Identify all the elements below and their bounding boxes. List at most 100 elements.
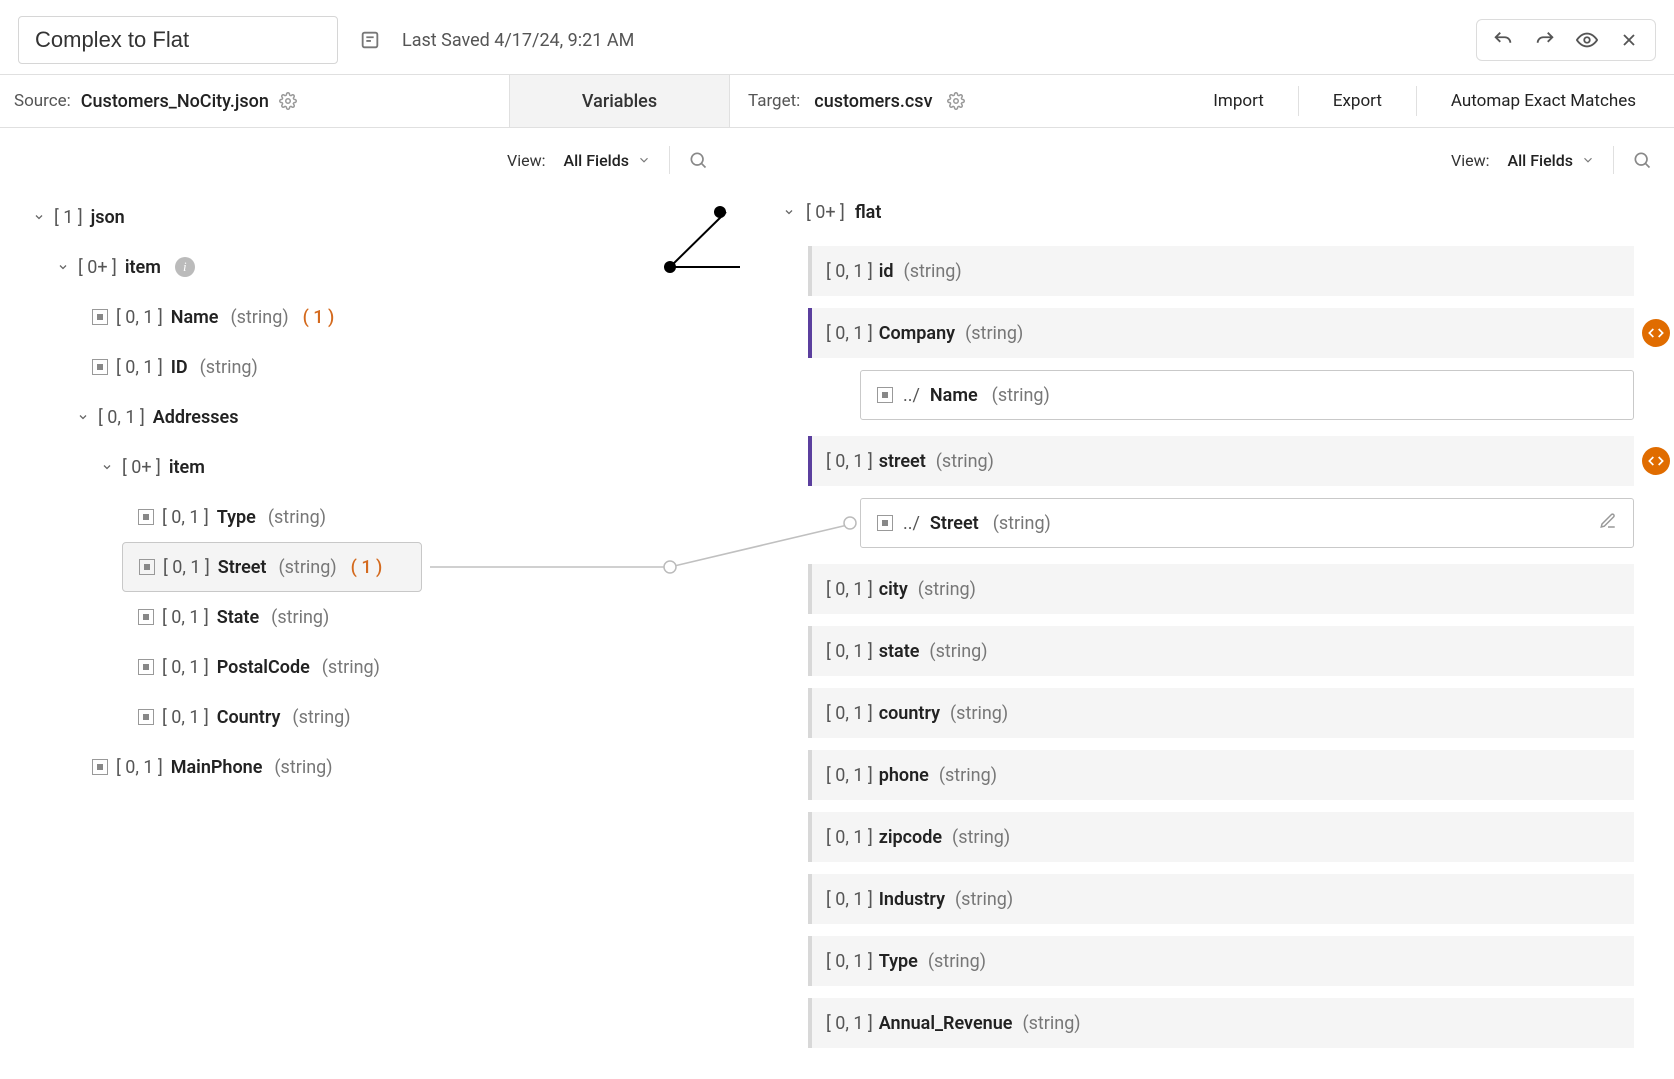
node-type: (string)	[292, 707, 350, 728]
tab-variables[interactable]: Variables	[510, 75, 730, 127]
target-row-phone[interactable]: [ 0, 1 ] phone (string)	[808, 750, 1634, 800]
cardinality: [ 0, 1 ]	[826, 641, 873, 662]
close-icon[interactable]	[1617, 28, 1641, 52]
source-field-postalcode[interactable]: [ 0, 1 ] PostalCode (string)	[20, 642, 730, 692]
main-panes: [ 1 ] json [ 0+ ] item i [ 0, 1 ] Name (…	[0, 192, 1674, 1060]
export-button[interactable]: Export	[1313, 75, 1402, 127]
node-name: json	[91, 207, 125, 228]
target-row-company[interactable]: [ 0, 1 ] Company (string) ../ Name (stri…	[808, 308, 1634, 424]
chevron-down-icon[interactable]	[782, 205, 796, 219]
node-type: (string)	[952, 827, 1010, 848]
redo-icon[interactable]	[1533, 28, 1557, 52]
field-icon	[138, 509, 154, 525]
source-pane: [ 1 ] json [ 0+ ] item i [ 0, 1 ] Name (…	[0, 192, 730, 1060]
target-node-flat[interactable]: [ 0+ ] flat	[730, 192, 1634, 232]
automap-button[interactable]: Automap Exact Matches	[1431, 75, 1656, 127]
view-bar: View: All Fields View: All Fields	[0, 128, 1674, 192]
map-count: ( 1 )	[303, 307, 335, 328]
node-name: Industry	[879, 889, 945, 910]
source-node-addresses[interactable]: [ 0, 1 ] Addresses	[20, 392, 730, 442]
cardinality: [ 0+ ]	[122, 457, 161, 478]
field-icon	[92, 309, 108, 325]
chevron-down-icon[interactable]	[32, 210, 46, 224]
top-bar: Last Saved 4/17/24, 9:21 AM	[0, 0, 1674, 74]
cardinality: [ 0, 1 ]	[826, 579, 873, 600]
target-row-zipcode[interactable]: [ 0, 1 ] zipcode (string)	[808, 812, 1634, 862]
target-row-industry[interactable]: [ 0, 1 ] Industry (string)	[808, 874, 1634, 924]
mapping-chip[interactable]: ../ Name (string)	[860, 370, 1634, 420]
chevron-down-icon[interactable]	[100, 460, 114, 474]
source-field-state[interactable]: [ 0, 1 ] State (string)	[20, 592, 730, 642]
info-icon[interactable]: i	[175, 257, 195, 277]
source-field-street[interactable]: [ 0, 1 ] Street (string) ( 1 )	[122, 542, 422, 592]
chevron-down-icon[interactable]	[56, 260, 70, 274]
target-label: Target:	[748, 91, 800, 111]
gear-icon[interactable]	[279, 92, 297, 110]
import-button[interactable]: Import	[1193, 75, 1284, 127]
node-name: id	[879, 261, 894, 282]
target-row-country[interactable]: [ 0, 1 ] country (string)	[808, 688, 1634, 738]
view-select[interactable]: All Fields	[563, 151, 651, 170]
notes-icon[interactable]	[358, 28, 382, 52]
gear-icon[interactable]	[947, 92, 965, 110]
last-saved-label: Last Saved 4/17/24, 9:21 AM	[402, 30, 634, 51]
node-type: (string)	[929, 641, 987, 662]
field-icon	[92, 759, 108, 775]
node-name: city	[879, 579, 908, 600]
node-type: (string)	[928, 951, 986, 972]
code-icon[interactable]	[1642, 447, 1670, 475]
cardinality: [ 0, 1 ]	[826, 323, 873, 344]
source-name: Customers_NoCity.json	[81, 91, 269, 112]
cardinality: [ 0, 1 ]	[826, 765, 873, 786]
cardinality: [ 0+ ]	[78, 257, 117, 278]
code-icon[interactable]	[1642, 319, 1670, 347]
source-node-addr-item[interactable]: [ 0+ ] item	[20, 442, 730, 492]
target-row-street[interactable]: [ 0, 1 ] street (string) ../ Street (str…	[808, 436, 1634, 552]
target-row-annual-revenue[interactable]: [ 0, 1 ] Annual_Revenue (string)	[808, 998, 1634, 1048]
title-input[interactable]	[18, 16, 338, 64]
search-icon[interactable]	[1632, 150, 1652, 170]
pencil-icon[interactable]	[1599, 512, 1617, 535]
target-header: Target: customers.csv Import Export Auto…	[730, 75, 1674, 127]
search-icon[interactable]	[688, 150, 708, 170]
source-node-item[interactable]: [ 0+ ] item i	[20, 242, 730, 292]
source-node-json[interactable]: [ 1 ] json	[20, 192, 730, 242]
node-name: country	[879, 703, 940, 724]
source-field-type[interactable]: [ 0, 1 ] Type (string)	[20, 492, 730, 542]
node-name: MainPhone	[171, 757, 263, 778]
node-type: (string)	[200, 357, 258, 378]
chevron-down-icon[interactable]	[76, 410, 90, 424]
target-row-id[interactable]: [ 0, 1 ] id (string)	[808, 246, 1634, 296]
target-row-city[interactable]: [ 0, 1 ] city (string)	[808, 564, 1634, 614]
field-icon	[139, 559, 155, 575]
node-type: (string)	[271, 607, 329, 628]
source-field-id[interactable]: [ 0, 1 ] ID (string)	[20, 342, 730, 392]
node-name: Street	[218, 557, 267, 578]
field-icon	[877, 387, 893, 403]
cardinality: [ 1 ]	[54, 207, 83, 228]
chip-path: ../	[903, 513, 920, 534]
target-row-type[interactable]: [ 0, 1 ] Type (string)	[808, 936, 1634, 986]
undo-icon[interactable]	[1491, 28, 1515, 52]
target-row-state[interactable]: [ 0, 1 ] state (string)	[808, 626, 1634, 676]
cardinality: [ 0, 1 ]	[116, 757, 163, 778]
node-type: (string)	[230, 307, 288, 328]
cardinality: [ 0, 1 ]	[162, 507, 209, 528]
mapping-chip[interactable]: ../ Street (string)	[860, 498, 1634, 548]
source-field-country[interactable]: [ 0, 1 ] Country (string)	[20, 692, 730, 742]
source-field-mainphone[interactable]: [ 0, 1 ] MainPhone (string)	[20, 742, 730, 792]
node-type: (string)	[278, 557, 336, 578]
header-bar: Source: Customers_NoCity.json Variables …	[0, 74, 1674, 128]
cardinality: [ 0, 1 ]	[98, 407, 145, 428]
node-name: ID	[171, 357, 188, 378]
cardinality: [ 0+ ]	[806, 202, 845, 223]
view-selected-value: All Fields	[1507, 151, 1573, 170]
cardinality: [ 0, 1 ]	[826, 889, 873, 910]
source-field-name[interactable]: [ 0, 1 ] Name (string) ( 1 )	[20, 292, 730, 342]
cardinality: [ 0, 1 ]	[826, 451, 873, 472]
preview-icon[interactable]	[1575, 28, 1599, 52]
cardinality: [ 0, 1 ]	[116, 307, 163, 328]
node-type: (string)	[918, 579, 976, 600]
chevron-down-icon	[637, 153, 651, 167]
view-select[interactable]: All Fields	[1507, 151, 1595, 170]
